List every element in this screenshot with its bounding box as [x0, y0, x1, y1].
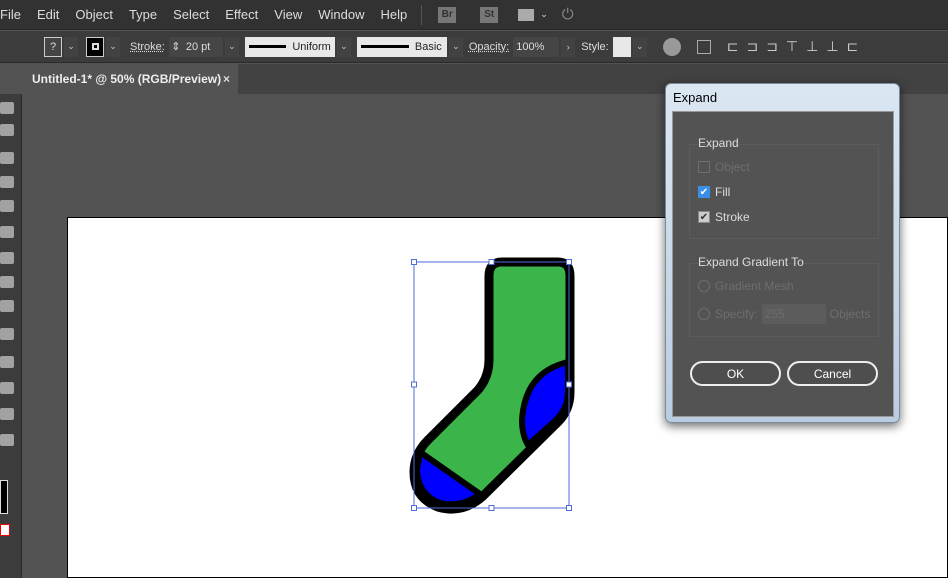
dialog-body: Expand Object ✔ Fill ✔ Stroke Expand Gradi…	[672, 111, 894, 417]
ok-button[interactable]: OK	[690, 361, 781, 386]
dialog-title: Expand	[673, 90, 718, 105]
handle	[411, 381, 417, 388]
handle	[488, 505, 495, 511]
stroke-checkbox[interactable]: ✔ Stroke	[698, 210, 750, 224]
handle	[566, 381, 572, 388]
object-label: Object	[715, 160, 750, 174]
objects-label: Objects	[829, 307, 871, 321]
handle	[488, 259, 495, 265]
gradient-group-title: Expand Gradient To	[698, 255, 804, 269]
object-checkbox[interactable]: Object	[698, 160, 750, 174]
gradient-group	[689, 263, 879, 337]
specify-objects-input[interactable]: 255	[761, 304, 826, 324]
gradient-mesh-radio[interactable]: Gradient Mesh	[698, 279, 794, 293]
fill-label: Fill	[715, 185, 731, 199]
stroke-label: Stroke	[715, 210, 750, 224]
handle	[566, 259, 572, 265]
cancel-button[interactable]: Cancel	[787, 361, 878, 386]
specify-radio[interactable]: Specify: 255 Objects	[698, 304, 870, 324]
expand-group-title: Expand	[698, 136, 739, 150]
specify-label: Specify:	[715, 307, 758, 321]
expand-dialog: Expand Expand Object ✔ Fill ✔ Stroke Expan…	[665, 83, 900, 423]
handle	[566, 505, 572, 511]
handle	[411, 505, 417, 511]
handle	[411, 259, 417, 265]
fill-checkbox[interactable]: ✔ Fill	[698, 185, 730, 199]
gradient-mesh-label: Gradient Mesh	[715, 279, 794, 293]
